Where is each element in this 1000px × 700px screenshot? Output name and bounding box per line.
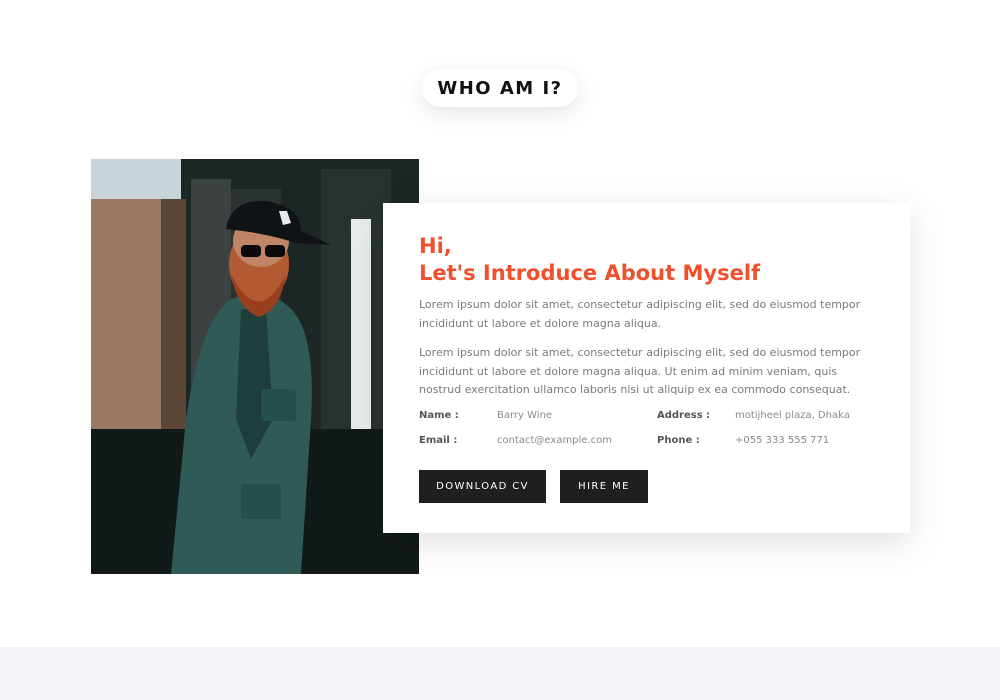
email-label: Email : [419, 435, 458, 446]
about-paragraph-1: Lorem ipsum dolor sit amet, consectetur … [419, 298, 861, 330]
name-value: Barry Wine [497, 410, 553, 421]
email-value[interactable]: contact@example.com [497, 435, 612, 446]
profile-photo [91, 159, 419, 574]
greeting-line-1: Hi, [419, 234, 452, 258]
address-label: Address : [657, 410, 711, 421]
section-title: WHO AM I? [437, 77, 563, 99]
about-card: Hi, Let's Introduce About Myself Lorem i… [383, 203, 910, 533]
info-row-2: Email : contact@example.com Phone : +055… [419, 435, 879, 453]
about-paragraph-2: Lorem ipsum dolor sit amet, consectetur … [419, 346, 861, 396]
hire-me-button[interactable]: HIRE ME [560, 470, 648, 503]
section-title-badge: WHO AM I? [422, 69, 578, 107]
info-row-1: Name : Barry Wine Address : motijheel pl… [419, 410, 879, 428]
phone-value[interactable]: +055 333 555 771 [735, 435, 829, 446]
profile-photo-illustration [91, 159, 419, 574]
next-section-band [0, 647, 1000, 700]
name-label: Name : [419, 410, 459, 421]
download-cv-button[interactable]: DOWNLOAD CV [419, 470, 546, 503]
phone-label: Phone : [657, 435, 700, 446]
greeting-line-2: Let's Introduce About Myself [419, 261, 761, 285]
address-value: motijheel plaza, Dhaka [735, 410, 850, 421]
about-heading: Hi, Let's Introduce About Myself [419, 233, 760, 287]
